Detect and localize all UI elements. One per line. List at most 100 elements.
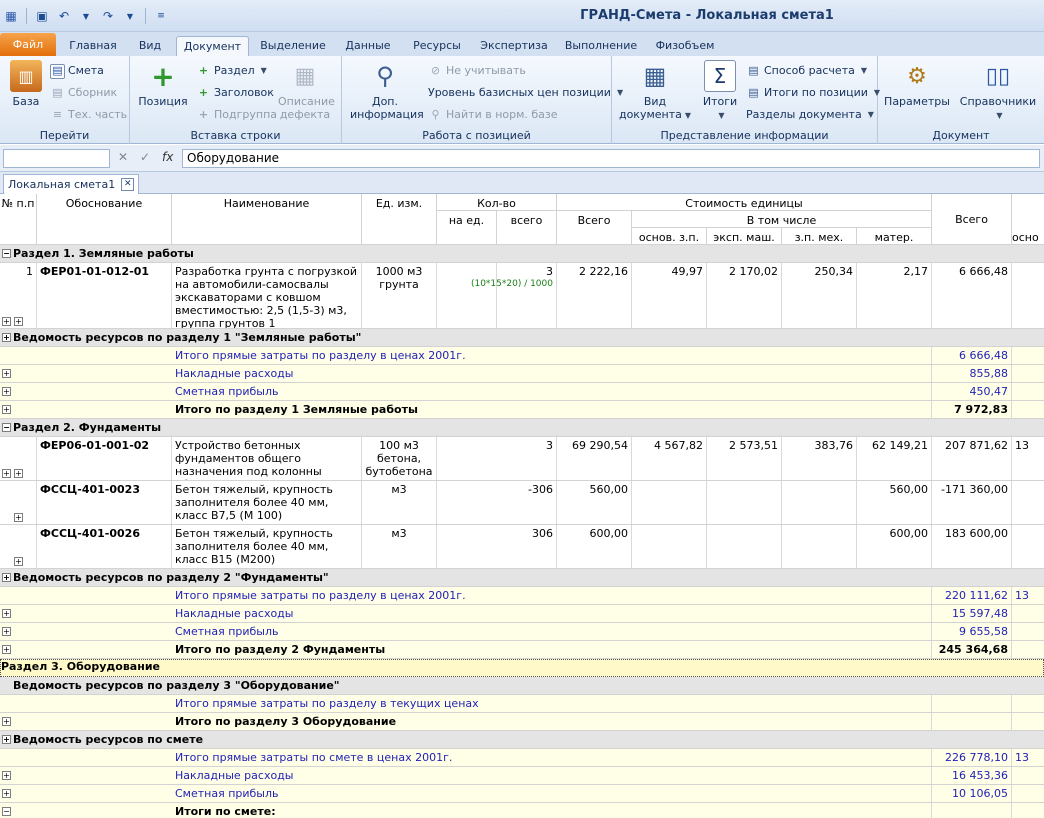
position-totals-button[interactable]: ▤ Итоги по позиции ▼ <box>746 84 880 102</box>
expand-icon[interactable]: + <box>14 557 23 566</box>
header-mech-wages[interactable]: з.п. мех. <box>782 228 857 245</box>
doc-sections-button[interactable]: Разделы документа ▼ <box>746 106 874 124</box>
tech-part-button[interactable]: ≡ Тех. часть <box>50 106 127 124</box>
smeta-button[interactable]: ▤ Смета <box>50 62 104 80</box>
close-icon[interactable]: ✕ <box>121 178 135 191</box>
header-qty[interactable]: Кол-во <box>437 194 557 211</box>
expand-icon[interactable]: + <box>14 469 23 478</box>
defect-description-button[interactable]: ▦ Описание дефекта <box>278 60 335 121</box>
formula-input[interactable]: Оборудование <box>182 149 1040 168</box>
parameters-button[interactable]: ⚙ Параметры <box>884 60 950 108</box>
expand-icon[interactable]: + <box>2 317 11 326</box>
table-row[interactable]: + ФССЦ-401-0026 Бетон тяжелый, крупность… <box>0 525 1044 569</box>
total-row[interactable]: + Накладные расходы 16 453,36 <box>0 767 1044 785</box>
tab-document[interactable]: Документ <box>176 36 249 56</box>
expand-icon[interactable]: + <box>2 789 11 798</box>
tab-home[interactable]: Главная <box>62 36 124 56</box>
header-base-col[interactable]: осно <box>1012 228 1044 245</box>
calc-method-button[interactable]: ▤ Способ расчета ▼ <box>746 62 867 80</box>
expand-icon[interactable]: + <box>2 469 11 478</box>
totals-button[interactable]: Σ Итоги ▼ <box>698 60 742 122</box>
tab-data[interactable]: Данные <box>337 36 399 56</box>
expand-icon[interactable]: + <box>2 369 11 378</box>
section-row[interactable]: − Раздел 1. Земляные работы <box>0 245 1044 263</box>
table-row[interactable]: + + ФЕР06-01-001-02 Устройство бетонных … <box>0 437 1044 481</box>
total-row[interactable]: + Сметная прибыль 9 655,58 <box>0 623 1044 641</box>
section-row[interactable]: + Ведомость ресурсов по смете <box>0 731 1044 749</box>
sbornik-button[interactable]: ▤ Сборник <box>50 84 117 102</box>
collapse-icon[interactable]: − <box>2 807 11 816</box>
total-row[interactable]: + Накладные расходы 15 597,48 <box>0 605 1044 623</box>
header-machine-ops[interactable]: эксп. маш. <box>707 228 782 245</box>
header-basis[interactable]: Обоснование <box>37 194 172 245</box>
total-row[interactable]: + Итого по разделу 3 Оборудование <box>0 713 1044 731</box>
header-materials[interactable]: матер. <box>857 228 932 245</box>
tab-view[interactable]: Вид <box>130 36 170 56</box>
expand-icon[interactable]: + <box>2 735 11 744</box>
expand-icon[interactable]: + <box>2 405 11 414</box>
expand-icon[interactable]: + <box>2 387 11 396</box>
section-row[interactable]: + Ведомость ресурсов по разделу 2 "Фунда… <box>0 569 1044 587</box>
tab-physvolume[interactable]: Физобъем <box>649 36 721 56</box>
podgruppa-button[interactable]: + Подгруппа <box>196 106 277 124</box>
tab-execution[interactable]: Выполнение <box>559 36 643 56</box>
razdel-button[interactable]: + Раздел ▼ <box>196 62 267 80</box>
section-row[interactable]: Раздел 3. Оборудование <box>0 659 1044 677</box>
total-row[interactable]: + Итого по разделу 1 Земляные работы 7 9… <box>0 401 1044 419</box>
total-row[interactable]: + Сметная прибыль 450,47 <box>0 383 1044 401</box>
zagolovok-button[interactable]: + Заголовок <box>196 84 274 102</box>
total-row[interactable]: + Накладные расходы 855,88 <box>0 365 1044 383</box>
expand-icon[interactable]: + <box>14 513 23 522</box>
tab-local-estimate[interactable]: Локальная смета1 ✕ <box>3 174 140 194</box>
header-base-wages[interactable]: основ. з.п. <box>632 228 707 245</box>
header-including[interactable]: В том числе <box>632 211 932 228</box>
total-row[interactable]: Итого прямые затраты по разделу в ценах … <box>0 587 1044 605</box>
header-name[interactable]: Наименование <box>172 194 362 245</box>
header-unit-cost[interactable]: Стоимость единицы <box>557 194 932 211</box>
header-unit[interactable]: Ед. изм. <box>362 194 437 245</box>
header-qty-total[interactable]: всего <box>497 211 557 245</box>
tab-expertise[interactable]: Экспертиза <box>475 36 553 56</box>
total-row[interactable]: + Сметная прибыль 10 106,05 <box>0 785 1044 803</box>
find-in-base-button[interactable]: ⚲ Найти в норм. базе <box>428 106 557 124</box>
name-box[interactable] <box>3 149 110 168</box>
cancel-icon[interactable]: ✕ <box>118 150 128 164</box>
collapse-icon[interactable]: − <box>2 423 11 432</box>
extra-info-button[interactable]: ⚲ Доп. информация <box>350 60 424 122</box>
base-button[interactable]: ▥ База <box>6 60 46 108</box>
header-unit-cost-total[interactable]: Всего <box>557 211 632 245</box>
total-label: Итого прямые затраты по разделу в ценах … <box>172 347 932 364</box>
expand-icon[interactable]: + <box>2 717 11 726</box>
expand-icon[interactable]: + <box>2 573 11 582</box>
expand-icon[interactable]: + <box>2 645 11 654</box>
expand-icon[interactable]: + <box>14 317 23 326</box>
table-row[interactable]: + ФССЦ-401-0023 Бетон тяжелый, крупность… <box>0 481 1044 525</box>
header-total[interactable]: Всего <box>932 194 1012 245</box>
header-qty-per-unit[interactable]: на ед. <box>437 211 497 245</box>
expand-icon[interactable]: + <box>2 627 11 636</box>
total-row[interactable]: + Итого по разделу 2 Фундаменты 245 364,… <box>0 641 1044 659</box>
total-row[interactable]: − Итоги по смете: <box>0 803 1044 818</box>
total-row[interactable]: Итого прямые затраты по разделу в ценах … <box>0 347 1044 365</box>
expand-icon[interactable]: + <box>2 771 11 780</box>
expand-icon[interactable]: + <box>2 609 11 618</box>
position-button[interactable]: + Позиция <box>138 60 188 108</box>
references-button[interactable]: ▯▯ Справочники ▼ <box>958 60 1038 122</box>
total-row[interactable]: Итого прямые затраты по разделу в текущи… <box>0 695 1044 713</box>
base-price-level-button[interactable]: Уровень базисных цен позиции ▼ <box>428 84 623 102</box>
tab-file[interactable]: Файл <box>0 33 56 56</box>
confirm-icon[interactable]: ✓ <box>140 150 150 164</box>
document-view-button[interactable]: ▦ Вид документа ▼ <box>618 60 692 122</box>
section-row[interactable]: + Ведомость ресурсов по разделу 1 "Земля… <box>0 329 1044 347</box>
tab-selection[interactable]: Выделение <box>255 36 331 56</box>
total-row[interactable]: Итого прямые затраты по смете в ценах 20… <box>0 749 1044 767</box>
table-row[interactable]: 1 + + ФЕР01-01-012-01 Разработка грунта … <box>0 263 1044 329</box>
collapse-icon[interactable]: − <box>2 249 11 258</box>
section-row[interactable]: Ведомость ресурсов по разделу 3 "Оборудо… <box>0 677 1044 695</box>
function-icon[interactable]: fx <box>162 150 173 164</box>
expand-icon[interactable]: + <box>2 333 11 342</box>
header-no[interactable]: № п.п <box>0 194 37 245</box>
ignore-button[interactable]: ⊘ Не учитывать <box>428 62 526 80</box>
tab-resources[interactable]: Ресурсы <box>405 36 469 56</box>
section-row[interactable]: − Раздел 2. Фундаменты <box>0 419 1044 437</box>
